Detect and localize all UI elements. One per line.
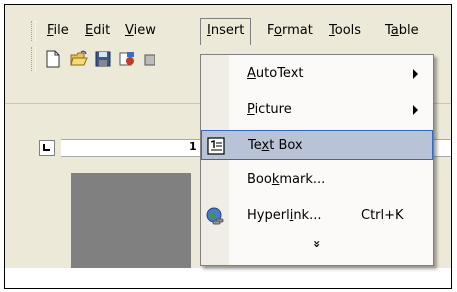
menu-item-picture-label: Picture (247, 95, 292, 125)
text-box-rest: t Box (269, 138, 303, 153)
permission-icon[interactable] (117, 49, 137, 69)
tab-selector-icon[interactable] (39, 140, 55, 156)
menu-item-bookmark-label: Bookmark... (247, 165, 325, 195)
menu-edit-label: dit (93, 23, 111, 38)
menu-table-mnemonic: a (390, 23, 399, 38)
menu-edit[interactable]: Edit (79, 19, 116, 43)
document-area[interactable] (71, 173, 191, 268)
menu-edit-mnemonic: E (85, 23, 94, 38)
submenu-arrow-icon (413, 69, 418, 79)
expand-menu-chevron-icon[interactable]: » (201, 235, 433, 257)
menu-insert-label: nsert (210, 23, 245, 38)
picture-mnemonic: P (247, 102, 255, 117)
menu-item-hyperlink-label: Hyperlink... (247, 201, 321, 231)
menu-bar: File Edit View Insert Format Tools Table (5, 18, 451, 45)
menu-item-hyperlink[interactable]: Hyperlink... Ctrl+K (201, 201, 433, 231)
autotext-rest: utoText (255, 66, 304, 81)
hyperlink-shortcut: Ctrl+K (361, 208, 404, 223)
menu-tools[interactable]: Tools (323, 19, 367, 43)
print-icon[interactable] (143, 49, 155, 69)
hyperlink-rest: nk... (293, 208, 322, 223)
menu-table[interactable]: Table (379, 19, 425, 43)
autotext-mnemonic: A (247, 66, 256, 81)
menu-item-text-box[interactable]: Text Box (201, 130, 433, 160)
menu-insert[interactable]: Insert (200, 18, 252, 45)
menu-item-text-box-label: Text Box (248, 131, 303, 161)
expand-glyph: » (309, 240, 324, 248)
submenu-arrow-icon (413, 105, 418, 115)
bookmark-prefix: Boo (247, 172, 272, 187)
new-document-icon[interactable] (43, 49, 63, 69)
bookmark-rest: mark... (279, 172, 326, 187)
toolbar-grip[interactable] (31, 47, 36, 71)
menu-format[interactable]: Format (261, 19, 319, 43)
menu-file[interactable]: File (41, 19, 75, 43)
menu-format-prefix: F (267, 23, 275, 38)
save-icon[interactable] (93, 49, 113, 69)
insert-menu-dropdown: AutoText Picture Text Box Bookmark... Hy… (200, 54, 434, 266)
menu-format-mnemonic: o (274, 23, 282, 38)
menubar-grip[interactable] (31, 21, 36, 41)
menu-item-bookmark[interactable]: Bookmark... (201, 165, 433, 195)
text-box-icon (207, 137, 225, 155)
menu-format-label: rmat (281, 23, 313, 38)
menu-tools-label: ools (334, 23, 362, 38)
ruler-number: 1 (189, 140, 197, 153)
menu-item-autotext[interactable]: AutoText (201, 59, 433, 89)
hyperlink-globe-icon (206, 207, 224, 225)
window-frame: File Edit View Insert Format Tools Table (4, 4, 452, 289)
open-folder-icon[interactable] (69, 49, 89, 69)
text-box-prefix: Te (248, 138, 262, 153)
hyperlink-prefix: Hyperl (247, 208, 290, 223)
menu-file-label: ile (53, 23, 69, 38)
menu-view-mnemonic: V (125, 23, 134, 38)
menu-view[interactable]: View (119, 19, 162, 43)
menu-item-picture[interactable]: Picture (201, 95, 433, 125)
menu-item-autotext-label: AutoText (247, 59, 304, 89)
menu-view-label: iew (133, 23, 156, 38)
picture-rest: icture (254, 102, 292, 117)
menu-table-label: ble (398, 23, 419, 38)
